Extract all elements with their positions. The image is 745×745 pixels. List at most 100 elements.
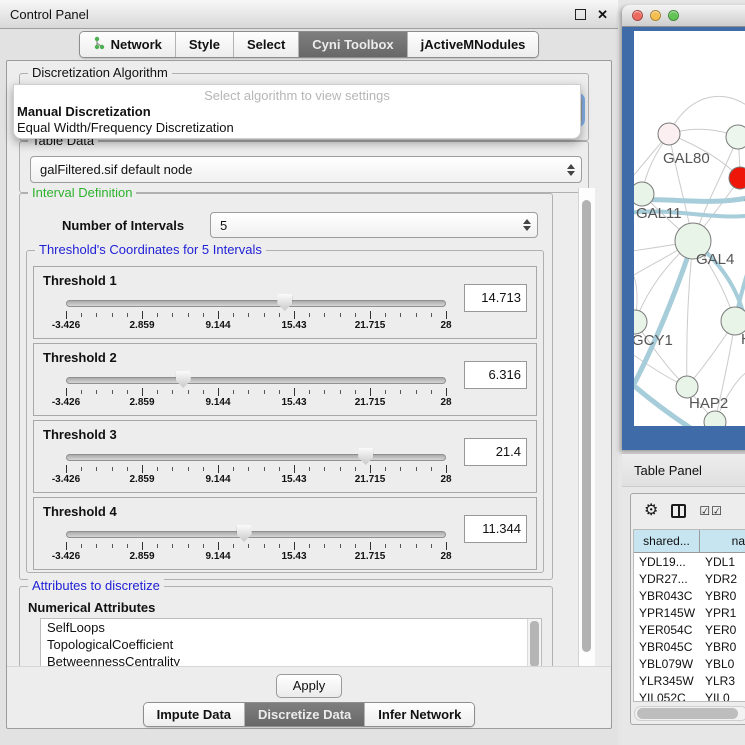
zoom-traffic-light-icon[interactable] <box>668 10 679 21</box>
threshold-slider[interactable]: -3.4262.8599.14415.4321.71528 <box>44 368 456 413</box>
table-data-combobox[interactable]: galFiltered.sif default node <box>30 156 582 183</box>
slider-handle[interactable] <box>277 294 292 311</box>
tab-jactivemnodules[interactable]: jActiveMNodules <box>407 32 539 57</box>
tick-mark <box>309 467 310 471</box>
horizontal-scrollbar-thumb[interactable] <box>637 708 738 719</box>
apply-button[interactable]: Apply <box>276 674 342 698</box>
algorithm-placeholder-option[interactable]: Select algorithm to view settings <box>14 85 580 103</box>
slider-track[interactable] <box>66 377 446 384</box>
column-header-na[interactable]: na <box>700 530 745 552</box>
minimize-traffic-light-icon[interactable] <box>650 10 661 21</box>
algorithm-option-manual[interactable]: Manual Discretization <box>14 103 580 119</box>
attribute-item-topologicalcoefficient[interactable]: TopologicalCoefficient <box>41 636 541 653</box>
threshold-slider[interactable]: -3.4262.8599.14415.4321.71528 <box>44 522 456 567</box>
slider-handle[interactable] <box>358 448 373 465</box>
scale-label: 2.859 <box>129 320 154 331</box>
control-panel-title: Control Panel <box>10 7 89 22</box>
algorithm-option-equal-width[interactable]: Equal Width/Frequency Discretization <box>14 119 580 135</box>
tick-mark <box>218 388 219 396</box>
tick-mark <box>370 542 371 550</box>
table-row[interactable]: YDR27...YDR2 <box>634 570 745 587</box>
tab-impute-data[interactable]: Impute Data <box>144 703 244 726</box>
slider-track[interactable] <box>66 531 446 538</box>
network-graph[interactable]: GAL80GACGAL11GAL4GCY1HHAP2 <box>634 31 745 426</box>
tick-mark <box>340 467 341 471</box>
threshold-slider[interactable]: -3.4262.8599.14415.4321.71528 <box>44 445 456 490</box>
bottom-tab-row: Impute DataDiscretize DataInfer Network <box>0 702 618 727</box>
tick-mark <box>233 467 234 471</box>
tick-mark <box>416 390 417 394</box>
tick-mark <box>157 313 158 317</box>
vertical-scrollbar-thumb[interactable] <box>582 200 591 652</box>
tick-mark <box>416 467 417 471</box>
tab-cyni-toolbox[interactable]: Cyni Toolbox <box>298 32 406 57</box>
scale-label: -3.426 <box>52 397 80 408</box>
tab-style[interactable]: Style <box>175 32 233 57</box>
slider-track[interactable] <box>66 300 446 307</box>
cell-shared-name: YDR27... <box>634 572 700 586</box>
float-window-icon[interactable] <box>575 9 586 20</box>
table-row[interactable]: YDL19...YDL1 <box>634 553 745 570</box>
tick-mark <box>233 390 234 394</box>
close-icon[interactable]: ✕ <box>597 8 608 21</box>
discretization-algorithm-label: Discretization Algorithm <box>28 65 172 80</box>
scale-label: 21.715 <box>355 474 386 485</box>
interval-definition-label: Interval Definition <box>28 188 136 200</box>
attributes-to-discretize-group: Attributes to discretize Numerical Attri… <box>19 586 553 666</box>
slider-handle[interactable] <box>237 525 252 542</box>
network-node-gcy1[interactable] <box>634 310 647 334</box>
tab-infer-network[interactable]: Infer Network <box>364 703 474 726</box>
numerical-attributes-list[interactable]: SelfLoopsTopologicalCoefficientBetweenne… <box>40 618 542 666</box>
tick-mark <box>294 311 295 319</box>
tab-discretize-data[interactable]: Discretize Data <box>244 703 364 726</box>
tab-network[interactable]: Network <box>80 32 175 57</box>
table-row[interactable]: YBL079WYBL0 <box>634 655 745 672</box>
tick-mark <box>218 542 219 550</box>
table-row[interactable]: YIL052CYIL0 <box>634 689 745 702</box>
slider-track[interactable] <box>66 454 446 461</box>
number-of-intervals-combobox[interactable]: 5 <box>210 212 538 238</box>
vertical-scrollbar[interactable] <box>578 188 595 666</box>
attribute-item-betweennesscentrality[interactable]: BetweennessCentrality <box>41 653 541 666</box>
select-columns-checkboxes-icon[interactable]: ☑☑ <box>699 504 723 518</box>
table-panel-titlebar: Table Panel <box>622 453 745 487</box>
gear-icon[interactable]: ⚙ <box>644 503 658 519</box>
columns-icon[interactable] <box>671 504 686 518</box>
tick-mark <box>400 313 401 317</box>
threshold-label: Threshold 4 <box>43 504 117 519</box>
table-row[interactable]: YLR345WYLR3 <box>634 672 745 689</box>
list-scrollbar[interactable] <box>527 619 541 666</box>
tick-mark <box>127 544 128 548</box>
tick-mark <box>172 467 173 471</box>
network-node-ga[interactable] <box>726 125 745 149</box>
column-header-shared[interactable]: shared... <box>634 530 700 552</box>
attribute-item-selfloops[interactable]: SelfLoops <box>41 619 541 636</box>
list-scrollbar-thumb[interactable] <box>530 621 539 666</box>
threshold-value-field[interactable]: 14.713 <box>464 284 527 312</box>
threshold-value-field[interactable]: 11.344 <box>464 515 527 543</box>
table-row[interactable]: YER054CYER0 <box>634 621 745 638</box>
cell-name: YBR0 <box>700 640 745 654</box>
table-row[interactable]: YBR045CYBR0 <box>634 638 745 655</box>
network-node-gal11[interactable] <box>634 182 654 206</box>
slider-handle[interactable] <box>176 371 191 388</box>
table-row[interactable]: YBR043CYBR0 <box>634 587 745 604</box>
tick-mark <box>112 544 113 548</box>
tick-mark <box>233 544 234 548</box>
tick-mark <box>218 465 219 473</box>
threshold-value-field[interactable]: 21.4 <box>464 438 527 466</box>
tick-mark <box>279 467 280 471</box>
network-canvas[interactable]: GAL80GACGAL11GAL4GCY1HHAP2 <box>634 31 745 426</box>
scale-label: 9.144 <box>205 474 230 485</box>
tab-select[interactable]: Select <box>233 32 298 57</box>
tick-mark <box>294 388 295 396</box>
network-node-gal80[interactable] <box>658 123 680 145</box>
node-label: GAL4 <box>696 251 734 268</box>
horizontal-scrollbar[interactable] <box>634 706 745 721</box>
table-row[interactable]: YPR145WYPR1 <box>634 604 745 621</box>
threshold-value-field[interactable]: 6.316 <box>464 361 527 389</box>
threshold-slider[interactable]: -3.4262.8599.14415.4321.71528 <box>44 291 456 336</box>
close-traffic-light-icon[interactable] <box>632 10 643 21</box>
tick-mark <box>340 544 341 548</box>
cell-shared-name: YDL19... <box>634 555 700 569</box>
